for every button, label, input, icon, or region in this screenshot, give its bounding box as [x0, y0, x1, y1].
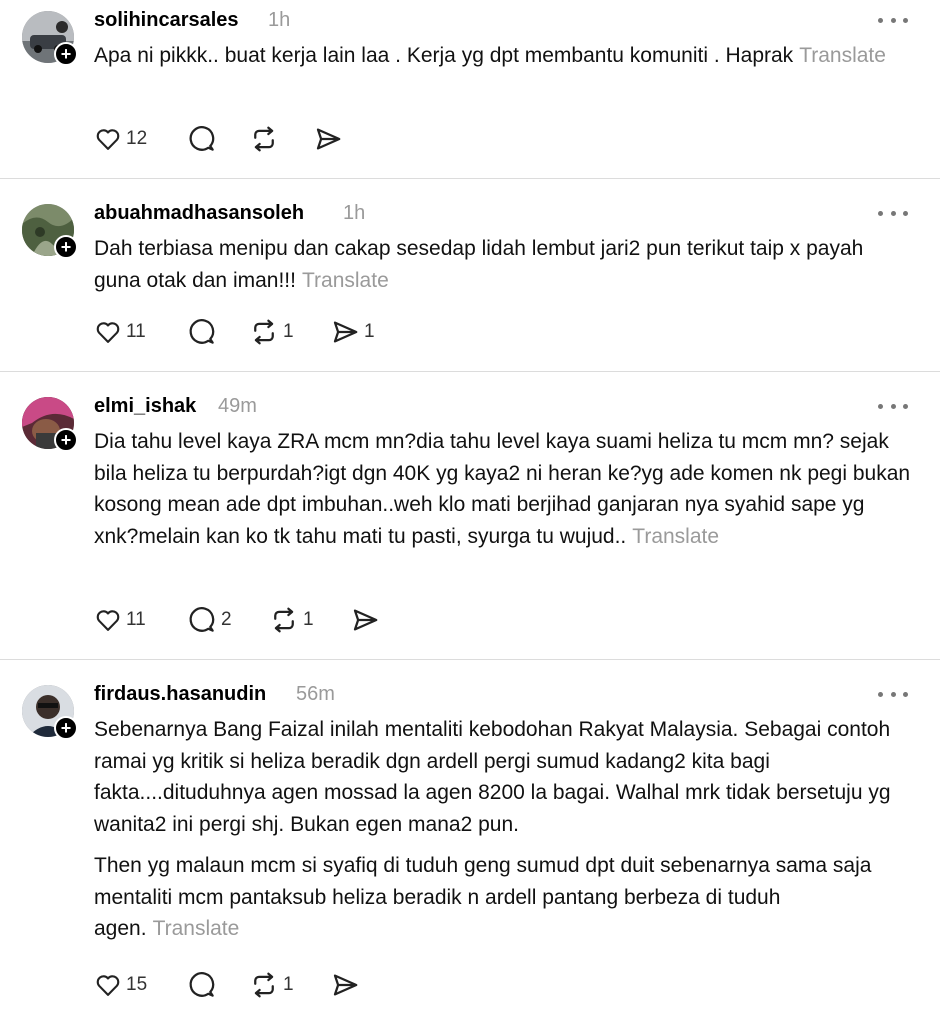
- translate-link[interactable]: Translate: [632, 525, 719, 548]
- post-text: Dah terbiasa menipu dan cakap sesedap li…: [94, 233, 914, 296]
- send-icon: [353, 609, 378, 631]
- share-button[interactable]: [330, 970, 364, 1000]
- repost-icon: [254, 126, 274, 152]
- post-body: Apa ni pikkk.. buat kerja lain laa . Ker…: [94, 44, 794, 67]
- reply-button[interactable]: [187, 970, 221, 1000]
- follow-plus-icon[interactable]: +: [54, 235, 78, 259]
- username[interactable]: abuahmadhasansoleh: [94, 201, 304, 225]
- send-icon: [316, 128, 341, 150]
- reply-button[interactable]: [187, 317, 221, 347]
- timestamp: 1h: [343, 202, 366, 224]
- like-button[interactable]: 15: [94, 970, 147, 1000]
- share-count: 1: [364, 321, 375, 342]
- comment-icon: [189, 126, 215, 151]
- more-options-icon[interactable]: [878, 208, 908, 218]
- like-count: 12: [126, 128, 148, 149]
- repost-icon: [254, 319, 274, 345]
- comment-icon: [189, 607, 215, 632]
- comment-icon: [189, 972, 215, 997]
- repost-count: 1: [303, 609, 314, 630]
- divider: [0, 371, 940, 372]
- more-options-icon[interactable]: [878, 689, 908, 699]
- share-button[interactable]: 1: [330, 317, 375, 347]
- post-text: Dia tahu level kaya ZRA mcm mn?dia tahu …: [94, 426, 914, 552]
- heart-icon: [96, 610, 120, 631]
- post-text: Sebenarnya Bang Faizal inilah mentaliti …: [94, 714, 914, 945]
- translate-link[interactable]: Translate: [153, 917, 240, 940]
- timestamp: 1h: [268, 9, 291, 31]
- repost-icon: [274, 607, 294, 633]
- like-count: 11: [126, 321, 146, 342]
- repost-button[interactable]: 1: [269, 605, 314, 635]
- reply-button[interactable]: [187, 124, 221, 154]
- like-button[interactable]: 12: [94, 124, 147, 154]
- more-options-icon[interactable]: [878, 401, 908, 411]
- timestamp: 56m: [296, 683, 335, 705]
- username[interactable]: firdaus.hasanudin: [94, 682, 266, 706]
- repost-icon: [254, 972, 274, 998]
- like-button[interactable]: 11: [94, 605, 146, 635]
- repost-count: 1: [283, 974, 294, 995]
- reply-count: 2: [221, 609, 232, 630]
- repost-button[interactable]: 1: [249, 970, 294, 1000]
- follow-plus-icon[interactable]: +: [54, 42, 78, 66]
- post-text: Apa ni pikkk.. buat kerja lain laa . Ker…: [94, 40, 914, 72]
- follow-plus-icon[interactable]: +: [54, 716, 78, 740]
- timestamp: 49m: [218, 395, 257, 417]
- post-body: Dah terbiasa menipu dan cakap sesedap li…: [94, 237, 864, 292]
- like-button[interactable]: 11: [94, 317, 146, 347]
- repost-button[interactable]: 1: [249, 317, 294, 347]
- follow-plus-icon[interactable]: +: [54, 428, 78, 452]
- heart-icon: [96, 129, 120, 150]
- divider: [0, 178, 940, 179]
- translate-link[interactable]: Translate: [799, 44, 886, 67]
- repost-button[interactable]: [249, 124, 283, 154]
- send-icon: [333, 974, 358, 996]
- like-count: 11: [126, 609, 146, 630]
- comment-icon: [189, 319, 215, 344]
- share-button[interactable]: [313, 124, 347, 154]
- repost-count: 1: [283, 321, 294, 342]
- post-body: Dia tahu level kaya ZRA mcm mn?dia tahu …: [94, 430, 911, 548]
- heart-icon: [96, 322, 120, 343]
- share-button[interactable]: [350, 605, 384, 635]
- post-body: Sebenarnya Bang Faizal inilah mentaliti …: [94, 718, 891, 836]
- heart-icon: [96, 975, 120, 996]
- more-options-icon[interactable]: [878, 15, 908, 25]
- send-icon: [333, 321, 358, 343]
- username[interactable]: elmi_ishak: [94, 394, 196, 418]
- translate-link[interactable]: Translate: [302, 269, 389, 292]
- divider: [0, 659, 940, 660]
- like-count: 15: [126, 974, 148, 995]
- username[interactable]: solihincarsales: [94, 8, 239, 32]
- reply-button[interactable]: 2: [187, 605, 232, 635]
